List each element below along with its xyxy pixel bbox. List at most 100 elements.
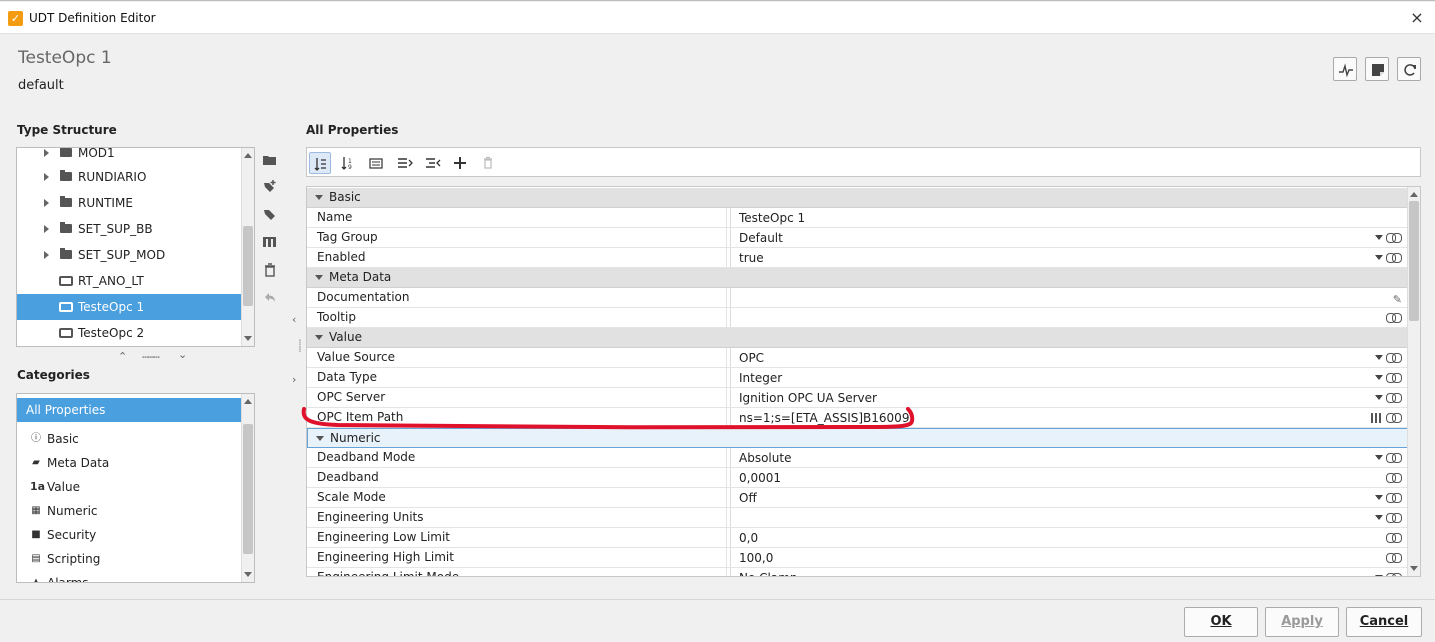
binding-link-icon[interactable] [1386, 353, 1402, 363]
collapse-arrow-icon[interactable] [315, 335, 323, 340]
scroll-up-icon[interactable] [244, 399, 252, 404]
expand-arrow-icon[interactable] [44, 199, 49, 207]
property-row[interactable]: Deadband Mode Absolute [307, 448, 1408, 468]
property-value[interactable]: TesteOpc 1 [739, 209, 805, 228]
category-alarms[interactable]: ▲ Alarms [17, 571, 242, 582]
scroll-down-icon[interactable] [1410, 566, 1418, 571]
cancel-button[interactable]: Cancel [1346, 607, 1422, 637]
show-description-button[interactable] [365, 152, 387, 174]
property-category-row[interactable]: Value [307, 328, 1408, 348]
collapse-arrow-icon[interactable] [315, 195, 323, 200]
edit-pencil-icon[interactable]: ✎ [1393, 290, 1402, 309]
property-value[interactable]: Default [739, 229, 783, 248]
refresh-button[interactable] [1397, 57, 1421, 81]
property-value[interactable]: Ignition OPC UA Server [739, 389, 877, 408]
tree-item-runtime[interactable]: RUNTIME [17, 190, 242, 216]
property-row[interactable]: Enabled true [307, 248, 1408, 268]
dropdown-arrow-icon[interactable] [1375, 495, 1383, 500]
property-category-row[interactable]: Numeric [307, 428, 1408, 448]
category-value[interactable]: 1a Value [17, 475, 242, 499]
scroll-thumb[interactable] [243, 226, 253, 306]
sort-alphabetical-button[interactable]: 19 [337, 152, 359, 174]
property-row[interactable]: Deadband 0,0001 [307, 468, 1408, 488]
dropdown-arrow-icon[interactable] [1375, 575, 1383, 576]
binding-link-icon[interactable] [1386, 493, 1402, 503]
splitter-grip-vertical-icon[interactable]: ┅┅ [293, 339, 306, 352]
collapse-arrow-icon[interactable] [316, 436, 324, 441]
dropdown-arrow-icon[interactable] [1375, 455, 1383, 460]
property-row[interactable]: Engineering Low Limit 0,0 [307, 528, 1408, 548]
property-row[interactable]: Documentation ✎ [307, 288, 1408, 308]
binding-link-icon[interactable] [1386, 513, 1402, 523]
property-value[interactable]: 0,0 [739, 529, 758, 548]
notes-button[interactable] [1365, 57, 1389, 81]
binding-link-icon[interactable] [1386, 373, 1402, 383]
property-row[interactable]: Engineering Units [307, 508, 1408, 528]
property-value[interactable]: Absolute [739, 449, 791, 468]
categories-list[interactable]: All Properties ⓘ Basic ▰ Meta Data 1a Va… [16, 393, 255, 583]
property-value[interactable]: 100,0 [739, 549, 773, 568]
tree-item-rt-ano-lt[interactable]: RT_ANO_LT [17, 268, 242, 294]
property-row[interactable]: OPC Server Ignition OPC UA Server [307, 388, 1408, 408]
browse-opc-icon[interactable] [1371, 413, 1383, 423]
tree-item-set-sup-bb[interactable]: SET_SUP_BB [17, 216, 242, 242]
splitter-grip-icon[interactable]: ┅┅┅ [142, 351, 160, 364]
new-tag-button[interactable] [262, 179, 280, 197]
diagnostics-button[interactable] [1333, 57, 1357, 81]
category-scripting[interactable]: ▤ Scripting [17, 547, 242, 571]
remove-property-button[interactable] [477, 152, 499, 174]
apply-button[interactable]: Apply [1265, 607, 1339, 637]
category-all-properties[interactable]: All Properties [17, 398, 242, 422]
property-grid-scrollbar[interactable] [1407, 187, 1420, 576]
add-property-button[interactable] [449, 152, 471, 174]
binding-link-icon[interactable] [1386, 453, 1402, 463]
property-row[interactable]: Tag Group Default [307, 228, 1408, 248]
category-basic[interactable]: ⓘ Basic [17, 427, 242, 451]
expand-arrow-icon[interactable] [44, 173, 49, 181]
scroll-down-icon[interactable] [244, 336, 252, 341]
binding-link-icon[interactable] [1386, 253, 1402, 263]
property-row[interactable]: Engineering High Limit 100,0 [307, 548, 1408, 568]
dropdown-arrow-icon[interactable] [1375, 255, 1383, 260]
expand-arrow-icon[interactable] [44, 149, 49, 157]
property-row[interactable]: Data Type Integer [307, 368, 1408, 388]
tree-item-rundiario[interactable]: RUNDIARIO [17, 164, 242, 190]
binding-link-icon[interactable] [1386, 573, 1402, 576]
collapse-up-icon[interactable]: ⌃ [118, 350, 127, 363]
categories-scrollbar[interactable] [241, 394, 254, 582]
tag-properties-button[interactable] [262, 207, 280, 225]
category-numeric[interactable]: ▦ Numeric [17, 499, 242, 523]
close-window-button[interactable]: × [1407, 8, 1427, 28]
property-value[interactable]: No Clamp [739, 569, 798, 576]
tree-item-testeopc-2[interactable]: TesteOpc 2 [17, 320, 242, 346]
dropdown-arrow-icon[interactable] [1375, 355, 1383, 360]
dropdown-arrow-icon[interactable] [1375, 395, 1383, 400]
collapse-all-button[interactable] [421, 152, 443, 174]
property-value[interactable]: ns=1;s=[ETA_ASSIS]B16009 [739, 409, 909, 428]
scroll-thumb[interactable] [1409, 201, 1419, 321]
property-row[interactable]: Name TesteOpc 1 [307, 208, 1408, 228]
dropdown-arrow-icon[interactable] [1375, 235, 1383, 240]
sort-categorized-button[interactable] [309, 152, 331, 174]
ok-button[interactable]: OK [1184, 607, 1258, 637]
category-meta-data[interactable]: ▰ Meta Data [17, 451, 242, 475]
property-row[interactable]: Tooltip [307, 308, 1408, 328]
tree-item-testeopc-1[interactable]: TesteOpc 1 [17, 294, 242, 320]
columns-button[interactable] [262, 235, 280, 253]
scroll-down-icon[interactable] [244, 572, 252, 577]
property-category-row[interactable]: Basic [307, 188, 1408, 208]
property-value[interactable]: OPC [739, 349, 764, 368]
delete-button[interactable] [262, 263, 280, 281]
property-value[interactable]: Off [739, 489, 757, 508]
expand-arrow-icon[interactable] [44, 251, 49, 259]
type-structure-tree[interactable]: MOD1 RUNDIARIO RUNTIME SET_SUP_BB SET_SU… [16, 147, 255, 347]
property-category-row[interactable]: Meta Data [307, 268, 1408, 288]
binding-link-icon[interactable] [1386, 473, 1402, 483]
binding-link-icon[interactable] [1386, 393, 1402, 403]
collapse-left-icon[interactable]: ‹ [292, 313, 296, 326]
collapse-down-icon[interactable]: ⌄ [178, 348, 187, 361]
property-row[interactable]: Engineering Limit Mode No Clamp [307, 568, 1408, 576]
binding-link-icon[interactable] [1386, 533, 1402, 543]
binding-link-icon[interactable] [1386, 233, 1402, 243]
property-value[interactable]: 0,0001 [739, 469, 781, 488]
